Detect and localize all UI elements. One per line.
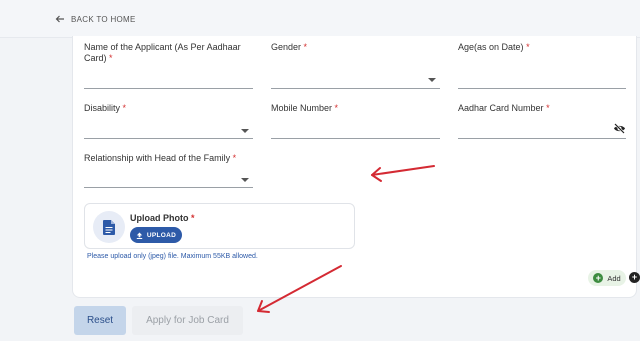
- add-label: Add: [607, 273, 621, 283]
- relationship-label: Relationship with Head of the Family: [84, 153, 231, 163]
- back-to-home-link[interactable]: BACK TO HOME: [55, 14, 136, 24]
- chevron-down-icon: [241, 178, 249, 182]
- chevron-down-icon: [428, 78, 436, 82]
- document-icon: [103, 219, 115, 235]
- upload-hint: Please upload only (jpeg) file. Maximum …: [87, 253, 258, 260]
- aadhar-number-label: Aadhar Card Number: [458, 103, 544, 113]
- required-mark: *: [109, 53, 113, 63]
- arrow-left-icon: [55, 15, 64, 23]
- gender-select[interactable]: Gender *: [271, 42, 440, 90]
- input-underline: [271, 138, 440, 139]
- required-mark: *: [191, 213, 195, 223]
- reset-button[interactable]: Reset: [74, 306, 126, 335]
- upload-photo-box: Upload Photo * UPLOAD: [84, 203, 355, 249]
- gender-label: Gender: [271, 42, 302, 52]
- age-field[interactable]: Age(as on Date) *: [458, 42, 626, 90]
- annotation-arrow-head: [257, 300, 270, 313]
- aadhar-number-field[interactable]: Aadhar Card Number *: [458, 103, 626, 139]
- add-button[interactable]: + Add: [588, 270, 626, 286]
- plus-icon: +: [593, 273, 604, 283]
- required-mark: *: [526, 42, 530, 52]
- required-mark: *: [232, 153, 237, 163]
- upload-button[interactable]: UPLOAD: [130, 227, 182, 243]
- upload-icon: [136, 232, 143, 239]
- input-underline: [458, 138, 626, 139]
- upload-photo-title: Upload Photo: [130, 213, 189, 223]
- chevron-down-icon: [241, 129, 249, 133]
- input-underline: [271, 88, 440, 89]
- applicant-name-field[interactable]: Name of the Applicant (As Per Aadhaar Ca…: [84, 42, 253, 90]
- required-mark: *: [122, 103, 127, 113]
- top-bar: BACK TO HOME: [0, 0, 640, 38]
- disability-select[interactable]: Disability *: [84, 103, 253, 139]
- disability-label: Disability: [84, 103, 121, 113]
- required-mark: *: [303, 42, 308, 52]
- upload-button-label: UPLOAD: [146, 231, 177, 239]
- required-mark: *: [546, 103, 550, 113]
- required-mark: *: [334, 103, 339, 113]
- input-underline: [84, 187, 253, 188]
- plus-circle-icon[interactable]: +: [629, 272, 640, 283]
- mobile-number-field[interactable]: Mobile Number *: [271, 103, 440, 139]
- input-underline: [84, 138, 253, 139]
- age-label: Age(as on Date): [458, 42, 524, 52]
- document-icon-circle: [93, 211, 125, 243]
- applicant-name-label: Name of the Applicant (As Per Aadhaar Ca…: [84, 42, 241, 63]
- eye-off-icon[interactable]: [613, 123, 626, 134]
- apply-job-card-button[interactable]: Apply for Job Card: [132, 306, 243, 335]
- mobile-number-label: Mobile Number: [271, 103, 333, 113]
- relationship-select[interactable]: Relationship with Head of the Family *: [84, 153, 253, 189]
- back-label: BACK TO HOME: [71, 14, 136, 24]
- input-underline: [458, 88, 626, 89]
- input-underline: [84, 88, 253, 89]
